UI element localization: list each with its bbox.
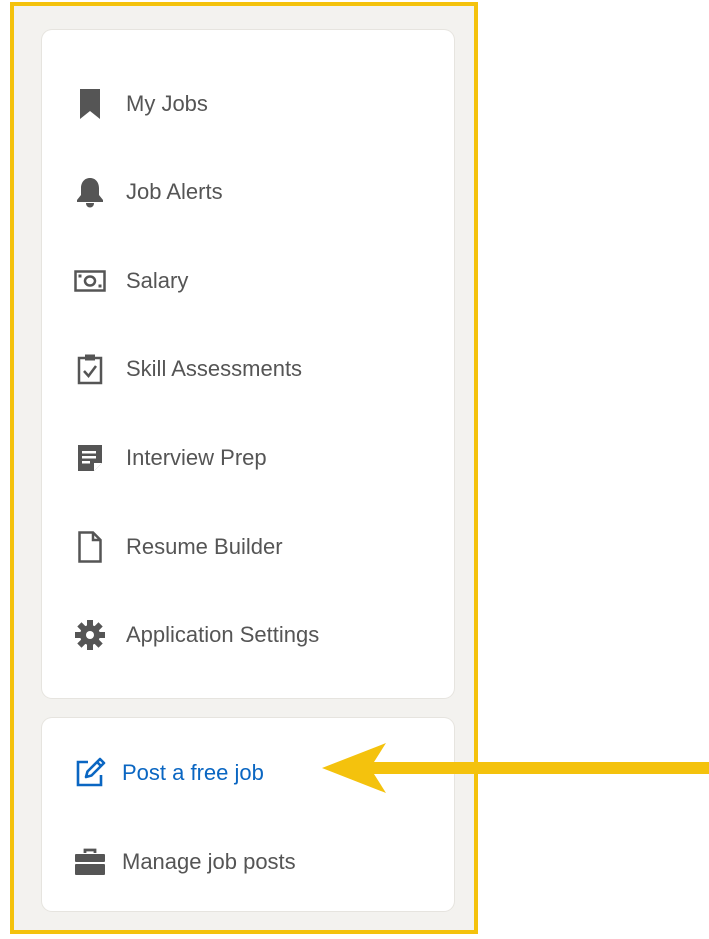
note-icon <box>74 442 106 474</box>
bell-icon <box>74 176 106 208</box>
briefcase-icon <box>74 846 106 878</box>
nav-item-resume-builder[interactable]: Resume Builder <box>74 525 283 569</box>
post-free-job-label: Post a free job <box>122 760 264 785</box>
manage-job-posts-label: Manage job posts <box>122 849 296 874</box>
gear-icon <box>74 619 106 651</box>
nav-label-interview-prep: Interview Prep <box>126 445 267 470</box>
nav-item-salary[interactable]: Salary <box>74 259 188 303</box>
nav-item-application-settings[interactable]: Application Settings <box>74 613 319 657</box>
post-free-job-link[interactable]: Post a free job <box>74 751 264 795</box>
manage-job-posts-link[interactable]: Manage job posts <box>74 840 296 884</box>
jobs-menu-card: My Jobs Job Alerts Salary Skill Assessme… <box>42 30 454 698</box>
clipboard-check-icon <box>74 353 106 385</box>
nav-item-interview-prep[interactable]: Interview Prep <box>74 436 267 480</box>
edit-icon <box>74 757 106 789</box>
nav-label-job-alerts: Job Alerts <box>126 179 223 204</box>
nav-item-skill-assessments[interactable]: Skill Assessments <box>74 347 302 391</box>
document-icon <box>74 531 106 563</box>
nav-label-my-jobs: My Jobs <box>126 91 208 116</box>
money-icon <box>74 265 106 297</box>
nav-item-job-alerts[interactable]: Job Alerts <box>74 170 223 214</box>
nav-item-my-jobs[interactable]: My Jobs <box>74 82 208 126</box>
bookmark-icon <box>74 88 106 120</box>
nav-label-skill-assessments: Skill Assessments <box>126 356 303 381</box>
nav-label-resume-builder: Resume Builder <box>126 534 283 559</box>
arrow-left-icon <box>322 740 709 796</box>
nav-label-salary: Salary <box>126 268 189 293</box>
nav-label-application-settings: Application Settings <box>126 622 320 647</box>
